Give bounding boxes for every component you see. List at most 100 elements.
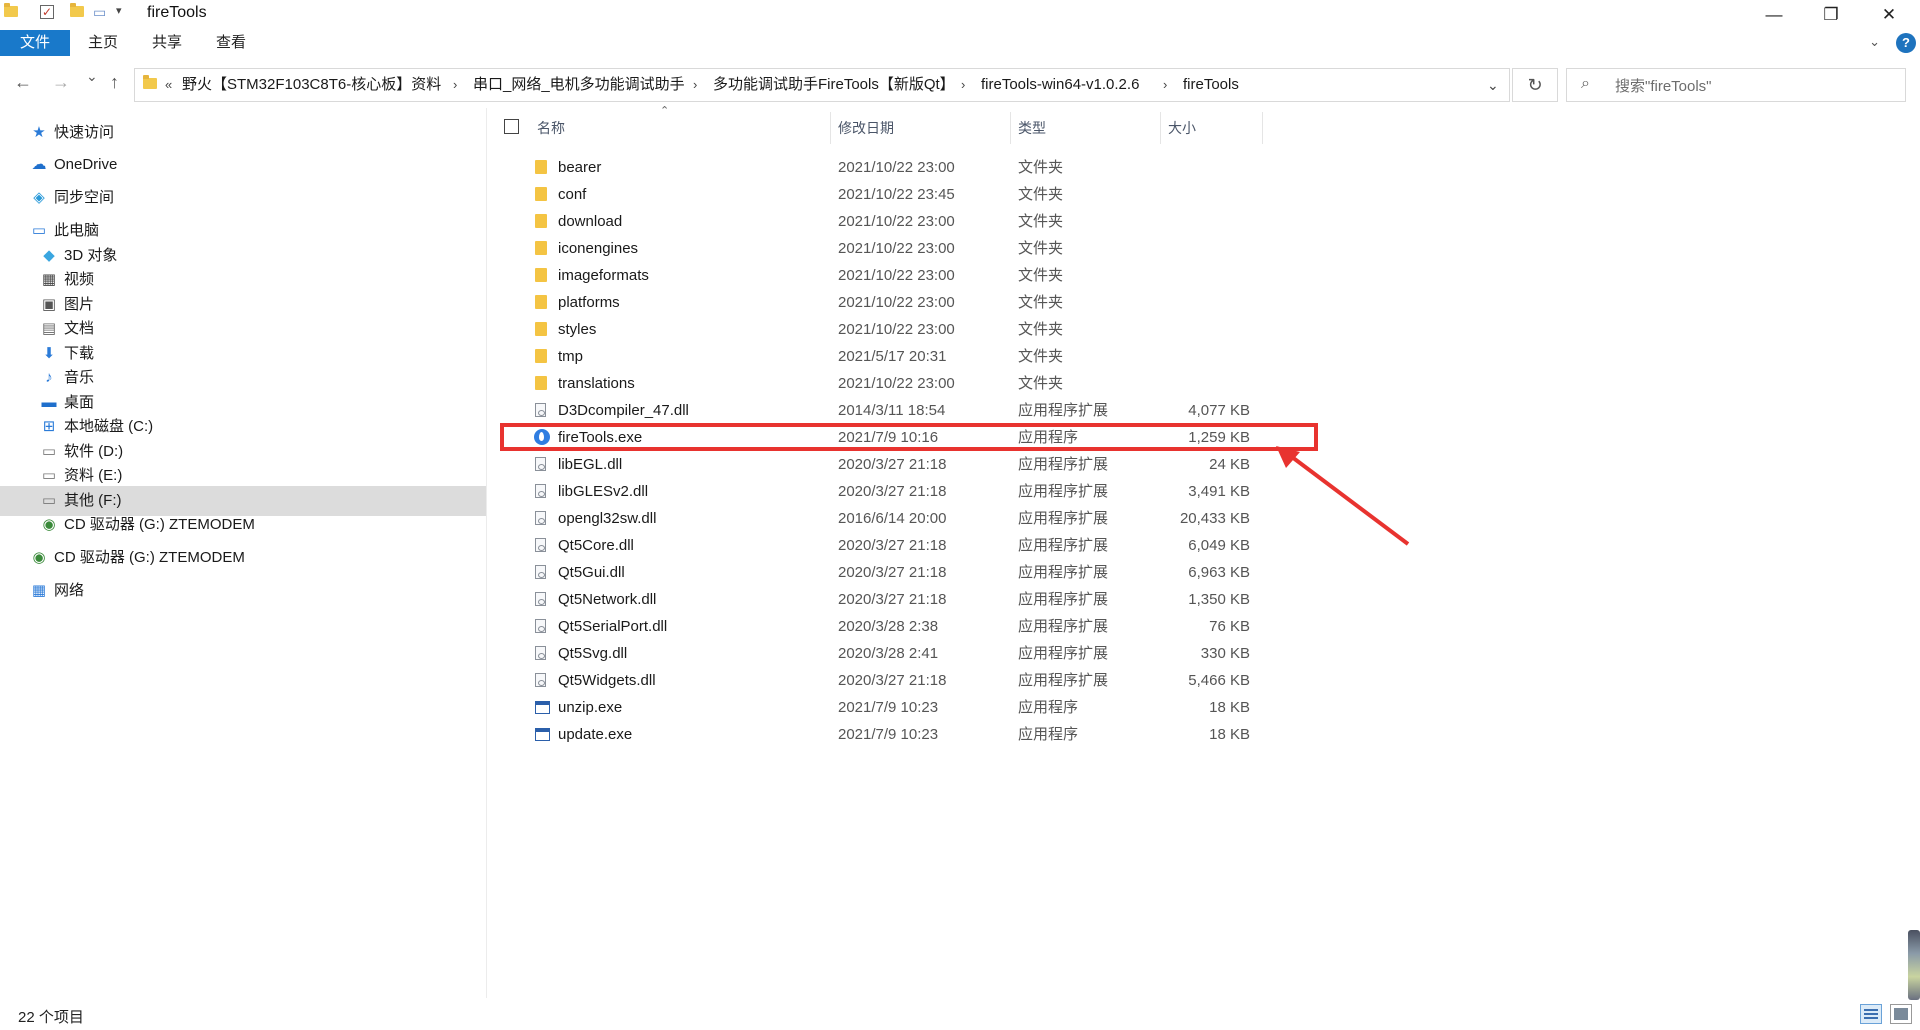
file-row[interactable]: conf 2021/10/22 23:45 文件夹 — [530, 181, 1270, 208]
customize-dropdown-icon[interactable]: ▾ — [116, 4, 122, 17]
file-type: 应用程序扩展 — [1018, 591, 1109, 608]
column-header-type[interactable]: 类型 — [1018, 116, 1046, 140]
file-modified-date: 2020/3/27 21:18 — [838, 456, 947, 473]
sidebar-item[interactable]: ☁ OneDrive — [30, 150, 118, 180]
file-modified-date: 2021/7/9 10:23 — [838, 726, 939, 743]
minimize-button[interactable]: — — [1745, 0, 1803, 30]
breadcrumb-overflow-icon[interactable]: « — [165, 69, 172, 101]
breadcrumb-item[interactable]: 野火【STM32F103C8T6-核心板】资料 — [182, 69, 441, 101]
file-row[interactable]: opengl32sw.dll 2016/6/14 20:00 应用程序扩展 20,43… — [530, 505, 1270, 532]
new-folder-icon[interactable] — [70, 3, 84, 17]
address-history-chevron-icon[interactable]: ⌄ — [1487, 69, 1499, 101]
search-input[interactable] — [1613, 70, 1897, 102]
file-name: download — [558, 213, 623, 230]
back-arrow-icon[interactable]: ← — [14, 72, 32, 93]
recent-locations-chevron-icon[interactable]: ⌄ — [86, 68, 98, 85]
column-divider[interactable] — [830, 112, 831, 144]
large-icons-view-button[interactable] — [1890, 1004, 1912, 1024]
file-row[interactable]: Qt5Svg.dll 2020/3/28 2:41 应用程序扩展 330 KB — [530, 640, 1270, 667]
breadcrumb-chevron-icon[interactable]: › — [693, 69, 697, 101]
file-type: 文件夹 — [1018, 375, 1064, 392]
tab-home[interactable]: 主页 — [70, 30, 136, 56]
title-bar: ✓ ▭ ▾ fireTools — ❐ ✕ — [0, 0, 1920, 30]
breadcrumb-item[interactable]: 串口_网络_电机多功能调试助手 — [473, 69, 685, 101]
column-header-size[interactable]: 大小 — [1168, 116, 1196, 140]
file-row[interactable]: Qt5Widgets.dll 2020/3/27 21:18 应用程序扩展 5,466… — [530, 667, 1270, 694]
breadcrumb-chevron-icon[interactable]: › — [1163, 69, 1167, 101]
dll-file-icon — [535, 619, 546, 633]
file-type: 应用程序扩展 — [1018, 483, 1109, 500]
maximize-button[interactable]: ❐ — [1802, 0, 1860, 30]
file-row[interactable]: tmp 2021/5/17 20:31 文件夹 — [530, 343, 1270, 370]
search-icon: ⌕ — [1581, 75, 1590, 92]
breadcrumb-chevron-icon[interactable]: › — [961, 69, 965, 101]
tab-view[interactable]: 查看 — [198, 30, 264, 56]
up-arrow-icon[interactable]: ↑ — [110, 72, 119, 93]
sidebar-item[interactable]: ◉ CD 驱动器 (G:) ZTEMODEM — [30, 543, 244, 573]
details-view-button[interactable] — [1860, 1004, 1882, 1024]
file-name: Qt5Core.dll — [558, 537, 634, 554]
network-icon: ▦ — [31, 582, 47, 599]
tab-file[interactable]: 文件 — [0, 30, 70, 56]
breadcrumb-item[interactable]: 多功能调试助手FireTools【新版Qt】 — [713, 69, 955, 101]
sidebar-item[interactable]: ◉ CD 驱动器 (G:) ZTEMODEM — [40, 510, 254, 540]
file-name: Qt5Network.dll — [558, 591, 657, 608]
dll-file-icon — [535, 565, 546, 579]
column-divider[interactable] — [1010, 112, 1011, 144]
exe-file-icon — [535, 701, 550, 714]
sidebar-item[interactable]: ▦ 网络 — [30, 576, 84, 606]
column-divider[interactable] — [1160, 112, 1161, 144]
file-row[interactable]: iconengines 2021/10/22 23:00 文件夹 — [530, 235, 1270, 262]
window-title: fireTools — [147, 4, 207, 21]
file-row[interactable]: Qt5SerialPort.dll 2020/3/28 2:38 应用程序扩展 76 … — [530, 613, 1270, 640]
file-row[interactable]: styles 2021/10/22 23:00 文件夹 — [530, 316, 1270, 343]
file-row[interactable]: update.exe 2021/7/9 10:23 应用程序 18 KB — [530, 721, 1270, 748]
select-all-checkbox[interactable] — [504, 119, 519, 134]
file-row[interactable]: imageformats 2021/10/22 23:00 文件夹 — [530, 262, 1270, 289]
sidebar-item-label: 视频 — [64, 271, 95, 288]
file-row[interactable]: platforms 2021/10/22 23:00 文件夹 — [530, 289, 1270, 316]
arrow-head — [1276, 446, 1300, 468]
search-box[interactable]: ⌕ — [1566, 68, 1906, 102]
file-row[interactable]: Qt5Network.dll 2020/3/27 21:18 应用程序扩展 1,350… — [530, 586, 1270, 613]
file-name: iconengines — [558, 240, 639, 257]
file-modified-date: 2020/3/27 21:18 — [838, 591, 947, 608]
file-row[interactable]: D3Dcompiler_47.dll 2014/3/11 18:54 应用程序扩展 4… — [530, 397, 1270, 424]
scroll-indicator[interactable] — [1908, 930, 1920, 1000]
forward-arrow-icon[interactable]: → — [52, 72, 70, 93]
file-name: Qt5Gui.dll — [558, 564, 625, 581]
file-row[interactable]: libEGL.dll 2020/3/27 21:18 应用程序扩展 24 KB — [530, 451, 1270, 478]
properties-checkbox-icon[interactable]: ✓ — [40, 5, 54, 19]
refresh-button[interactable]: ↻ — [1512, 68, 1558, 102]
dll-file-icon — [535, 457, 546, 471]
column-divider[interactable] — [1262, 112, 1263, 144]
file-size: 18 KB — [1209, 726, 1250, 743]
tab-share[interactable]: 共享 — [134, 30, 200, 56]
ribbon-expand-chevron-icon[interactable]: ⌄ — [1869, 34, 1880, 50]
file-row[interactable]: unzip.exe 2021/7/9 10:23 应用程序 18 KB — [530, 694, 1270, 721]
file-row[interactable]: Qt5Core.dll 2020/3/27 21:18 应用程序扩展 6,049 KB — [530, 532, 1270, 559]
breadcrumb-item-current[interactable]: fireTools — [1183, 69, 1239, 101]
address-bar[interactable]: « 野火【STM32F103C8T6-核心板】资料 › 串口_网络_电机多功能调… — [134, 68, 1510, 102]
column-header-date[interactable]: 修改日期 — [838, 116, 894, 140]
file-row[interactable]: translations 2021/10/22 23:00 文件夹 — [530, 370, 1270, 397]
file-name: translations — [558, 375, 635, 392]
file-type: 文件夹 — [1018, 294, 1064, 311]
file-row[interactable]: libGLESv2.dll 2020/3/27 21:18 应用程序扩展 3,491 … — [530, 478, 1270, 505]
rename-icon[interactable]: ▭ — [93, 4, 106, 21]
file-size: 24 KB — [1209, 456, 1250, 473]
breadcrumb-chevron-icon[interactable]: › — [453, 69, 457, 101]
ribbon-tabs: 文件 主页 共享 查看 ⌄ ? — [0, 30, 1920, 56]
pane-divider[interactable] — [486, 108, 487, 998]
breadcrumb-item[interactable]: fireTools-win64-v1.0.2.6 — [981, 69, 1139, 101]
column-header-name[interactable]: 名称 — [537, 116, 565, 140]
file-row[interactable]: bearer 2021/10/22 23:00 文件夹 — [530, 154, 1270, 181]
close-button[interactable]: ✕ — [1860, 0, 1918, 30]
file-name: Qt5Svg.dll — [558, 645, 628, 662]
file-row[interactable]: Qt5Gui.dll 2020/3/27 21:18 应用程序扩展 6,963 KB — [530, 559, 1270, 586]
sidebar-item[interactable]: ★ 快速访问 — [30, 118, 114, 148]
sidebar-item[interactable]: ◈ 同步空间 — [30, 183, 114, 213]
file-row[interactable]: download 2021/10/22 23:00 文件夹 — [530, 208, 1270, 235]
file-type: 应用程序扩展 — [1018, 537, 1109, 554]
help-button[interactable]: ? — [1896, 33, 1916, 53]
